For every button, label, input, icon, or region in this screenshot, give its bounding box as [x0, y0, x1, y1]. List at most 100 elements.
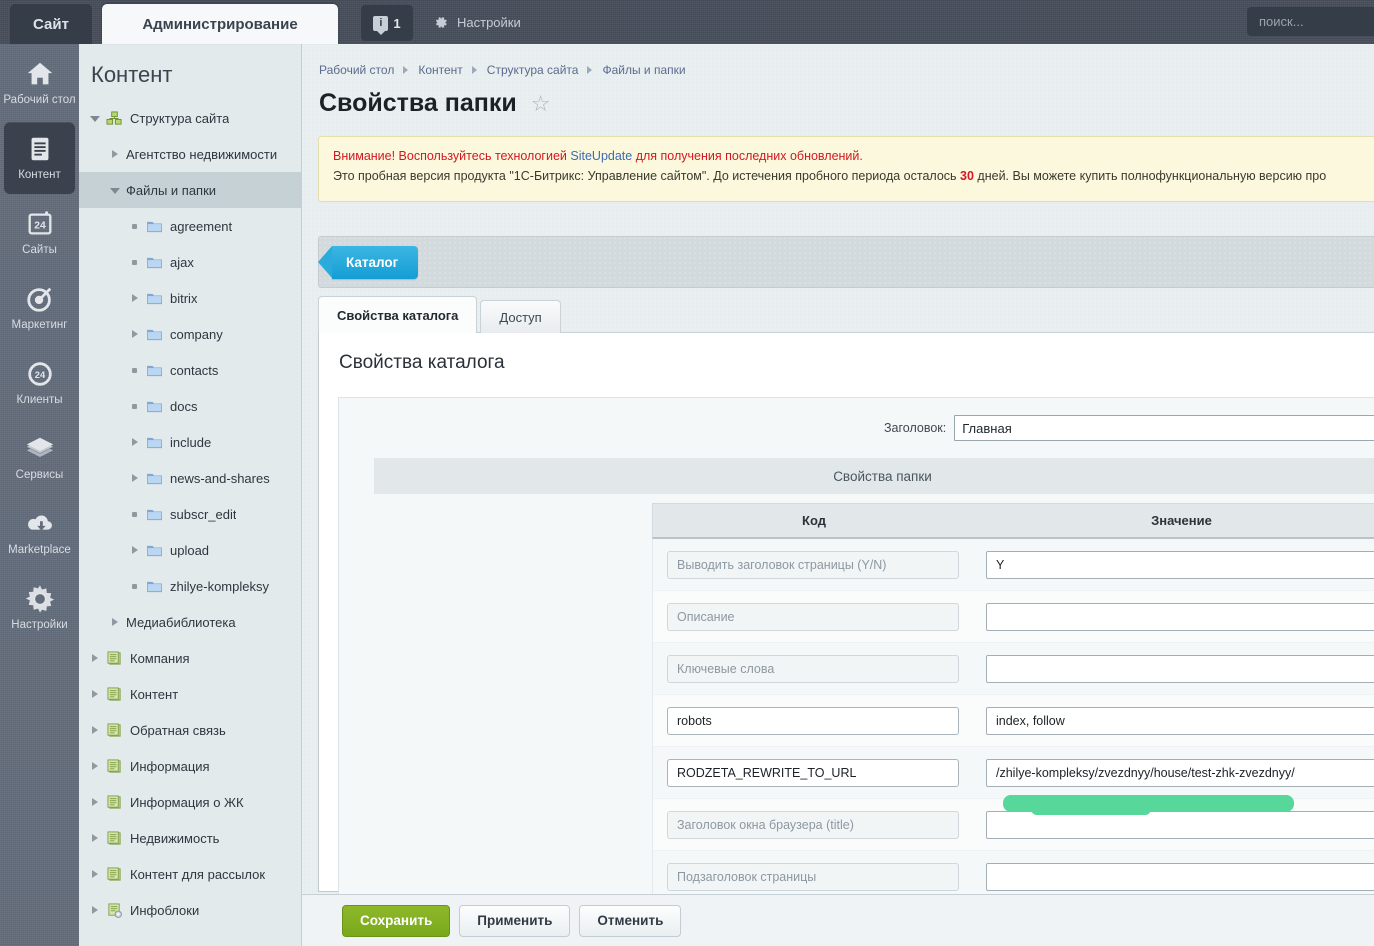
- cancel-button[interactable]: Отменить: [579, 904, 682, 937]
- tree-node-1[interactable]: Агентство недвижимости: [79, 136, 301, 172]
- chevron-right-icon[interactable]: [89, 868, 101, 880]
- tree-node-19[interactable]: Информация о ЖК: [79, 784, 301, 820]
- rail-item-6[interactable]: Marketplace: [0, 497, 79, 569]
- property-code-input-4[interactable]: [667, 758, 959, 787]
- iblock-icon: [107, 866, 121, 881]
- chevron-right-icon[interactable]: [129, 328, 141, 340]
- property-code-input-2[interactable]: [667, 654, 959, 683]
- tree-node-11[interactable]: subscr_edit: [79, 496, 301, 532]
- property-value-input-3[interactable]: [986, 706, 1374, 735]
- iblock-icon: [107, 794, 121, 809]
- rail-item-label: Сайты: [22, 244, 57, 256]
- property-value-input-6[interactable]: [986, 862, 1374, 891]
- siteupdate-link[interactable]: SiteUpdate: [570, 149, 632, 163]
- chevron-right-icon[interactable]: [89, 724, 101, 736]
- rail-item-0[interactable]: Рабочий стол: [0, 47, 79, 119]
- folder-icon: [147, 401, 162, 412]
- notifications-button[interactable]: i 1: [361, 5, 413, 41]
- tree-node-12[interactable]: upload: [79, 532, 301, 568]
- rail-item-3[interactable]: Маркетинг: [0, 272, 79, 344]
- tab-0[interactable]: Свойства каталога: [318, 296, 478, 333]
- property-value-input-0[interactable]: [986, 550, 1374, 579]
- catalog-button[interactable]: Каталог: [317, 246, 419, 279]
- tree-node-20[interactable]: Недвижимость: [79, 820, 301, 856]
- property-code-input-3[interactable]: [667, 706, 959, 735]
- rail-item-4[interactable]: 24 Клиенты: [0, 347, 79, 419]
- tree-node-21[interactable]: Контент для рассылок: [79, 856, 301, 892]
- tree-node-3[interactable]: agreement: [79, 208, 301, 244]
- breadcrumb-item-2[interactable]: Структура сайта: [487, 63, 579, 77]
- tree-node-13[interactable]: zhilye-kompleksy: [79, 568, 301, 604]
- tree-node-4[interactable]: ajax: [79, 244, 301, 280]
- tree-node-0[interactable]: Структура сайта: [79, 100, 301, 136]
- form-tabs: Свойства каталога Доступ: [318, 296, 561, 333]
- chevron-right-icon[interactable]: [89, 760, 101, 772]
- chevron-right-icon[interactable]: [89, 832, 101, 844]
- cell-value: [975, 602, 1374, 631]
- tree-node-8[interactable]: docs: [79, 388, 301, 424]
- title-input[interactable]: [954, 415, 1374, 441]
- chevron-right-icon[interactable]: [129, 436, 141, 448]
- tree-node-16[interactable]: Контент: [79, 676, 301, 712]
- tree-node-14[interactable]: Медиабиблиотека: [79, 604, 301, 640]
- chevron-right-icon[interactable]: [109, 616, 121, 628]
- tab-administration[interactable]: Администрирование: [102, 4, 338, 44]
- rail-item-7[interactable]: Настройки: [0, 572, 79, 644]
- chevron-right-icon[interactable]: [129, 292, 141, 304]
- browser-24-icon: 24: [28, 211, 51, 235]
- property-value-input-2[interactable]: [986, 654, 1374, 683]
- tree-node-18[interactable]: Информация: [79, 748, 301, 784]
- breadcrumb-item-3[interactable]: Файлы и папки: [602, 63, 685, 77]
- property-code-input-1[interactable]: [667, 602, 959, 631]
- folder-icon: [147, 581, 162, 592]
- chevron-down-icon[interactable]: [89, 112, 101, 124]
- rail-item-5[interactable]: Сервисы: [0, 422, 79, 494]
- tree-node-label: news-and-shares: [170, 470, 270, 486]
- rail-item-label: Клиенты: [16, 394, 63, 406]
- tab-site[interactable]: Сайт: [10, 4, 92, 44]
- document-icon: [31, 137, 48, 161]
- tab-1[interactable]: Доступ: [480, 300, 561, 333]
- tree-node-22[interactable]: Инфоблоки: [79, 892, 301, 928]
- tree-node-17[interactable]: Обратная связь: [79, 712, 301, 748]
- left-icon-rail: Рабочий стол Контент 24 Сайты Маркетинг 24 Кли…: [0, 44, 79, 946]
- tree-node-2[interactable]: Файлы и папки: [79, 172, 301, 208]
- property-value-input-1[interactable]: [986, 602, 1374, 631]
- rail-item-1[interactable]: Контент: [4, 122, 75, 194]
- settings-button[interactable]: Настройки: [432, 11, 521, 33]
- chevron-down-icon[interactable]: [109, 184, 121, 196]
- breadcrumb-item-0[interactable]: Рабочий стол: [319, 63, 394, 77]
- tree-node-15[interactable]: Компания: [79, 640, 301, 676]
- tree-node-label: Обратная связь: [130, 722, 226, 738]
- chevron-right-icon[interactable]: [129, 472, 141, 484]
- rail-item-label: Marketplace: [8, 544, 71, 556]
- chevron-right-icon[interactable]: [89, 904, 101, 916]
- property-value-input-5[interactable]: [986, 810, 1374, 839]
- chevron-right-icon[interactable]: [89, 688, 101, 700]
- tree-node-10[interactable]: news-and-shares: [79, 460, 301, 496]
- property-value-input-4[interactable]: [986, 758, 1374, 787]
- chevron-right-icon[interactable]: [89, 652, 101, 664]
- tree-node-5[interactable]: bitrix: [79, 280, 301, 316]
- property-code-input-0[interactable]: [667, 550, 959, 579]
- cell-value: [975, 758, 1374, 787]
- rail-item-2[interactable]: 24 Сайты: [0, 197, 79, 269]
- apply-button[interactable]: Применить: [459, 904, 571, 937]
- rail-item-label: Контент: [18, 169, 61, 181]
- chevron-right-icon[interactable]: [129, 544, 141, 556]
- chevron-right-icon[interactable]: [89, 796, 101, 808]
- iblock-icon: [107, 830, 121, 845]
- tree-node-label: zhilye-kompleksy: [170, 578, 269, 594]
- tree-node-7[interactable]: contacts: [79, 352, 301, 388]
- star-outline-icon[interactable]: ☆: [531, 92, 551, 115]
- tree-node-9[interactable]: include: [79, 424, 301, 460]
- tree-node-6[interactable]: company: [79, 316, 301, 352]
- save-button[interactable]: Сохранить: [342, 904, 451, 937]
- tree-node-label: Медиабиблиотека: [126, 614, 236, 630]
- chevron-right-icon[interactable]: [109, 148, 121, 160]
- search-input[interactable]: [1247, 7, 1374, 36]
- breadcrumb-item-1[interactable]: Контент: [418, 63, 462, 77]
- property-code-input-6[interactable]: [667, 862, 959, 891]
- layers-icon: [26, 437, 53, 457]
- property-code-input-5[interactable]: [667, 810, 959, 839]
